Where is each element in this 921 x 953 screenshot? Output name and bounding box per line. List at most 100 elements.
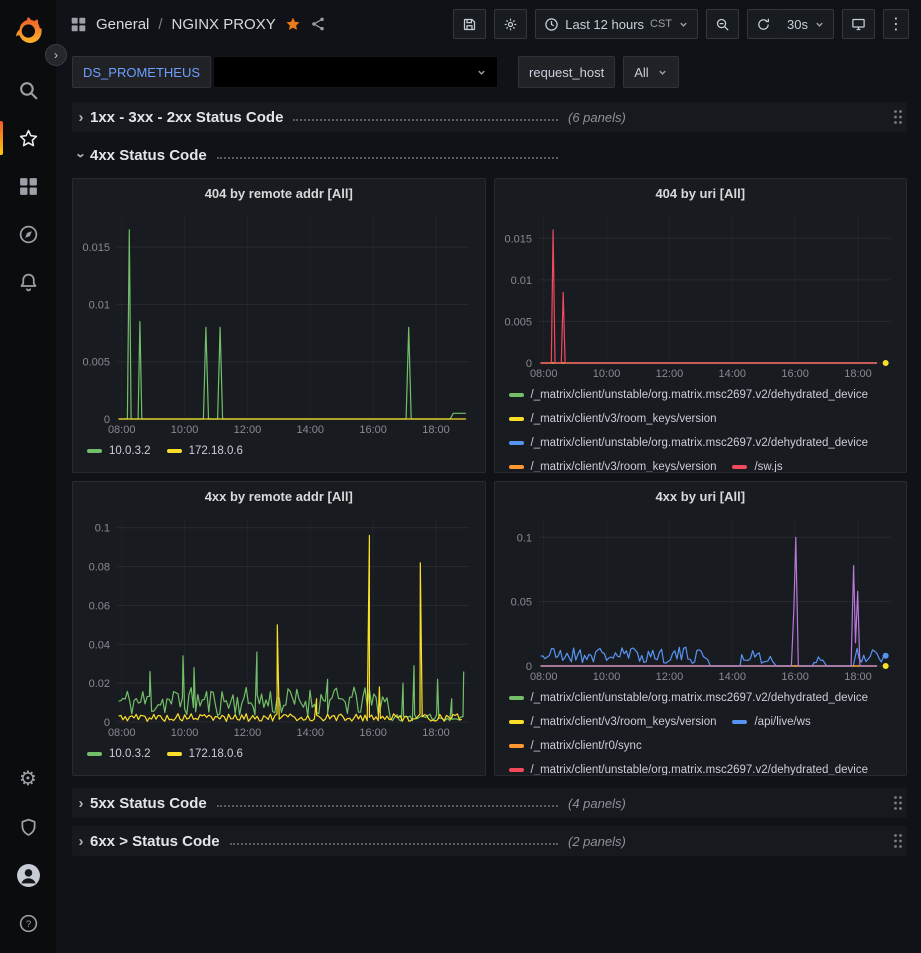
refresh-button[interactable] (747, 9, 780, 39)
panel-title[interactable]: 4xx by remote addr [All] (73, 482, 485, 510)
search-icon[interactable] (0, 68, 56, 112)
series-label: /_matrix/client/unstable/org.matrix.msc2… (531, 764, 869, 775)
topbar-actions: Last 12 hours CST 30s ⋮ (453, 9, 909, 39)
breadcrumb-folder[interactable]: General (96, 16, 149, 33)
chevron-down-icon: › (73, 146, 90, 164)
legend-item[interactable]: /sw.js (732, 461, 782, 472)
chart-404-by-uri[interactable]: 00.0050.010.01508:0010:0012:0014:0016:00… (495, 207, 907, 381)
svg-text:14:00: 14:00 (297, 727, 325, 739)
row-header-5xx[interactable]: › 5xx Status Code (4 panels) (72, 788, 907, 818)
panel-4xx-by-remote-addr: 4xx by remote addr [All] 00.020.040.060.… (72, 481, 486, 776)
row-header-4xx[interactable]: › 4xx Status Code (72, 140, 907, 170)
panel-grid-4xx: 404 by remote addr [All] 00.0050.010.015… (72, 178, 907, 776)
legend-item[interactable]: /_matrix/client/unstable/org.matrix.msc2… (509, 764, 869, 775)
chevron-right-icon: › (72, 109, 90, 126)
variable-label-ds-prometheus[interactable]: DS_PROMETHEUS (72, 56, 211, 88)
svg-text:0.04: 0.04 (89, 639, 110, 651)
legend-item[interactable]: /_matrix/client/r0/sync (509, 740, 642, 752)
series-color-mark (509, 465, 524, 469)
tv-mode-button[interactable] (842, 9, 875, 39)
svg-text:0.05: 0.05 (510, 597, 531, 609)
grafana-logo-icon (13, 15, 43, 45)
svg-text:08:00: 08:00 (108, 424, 136, 436)
alerting-bell-icon[interactable] (0, 260, 56, 304)
panel-title[interactable]: 4xx by uri [All] (495, 482, 907, 510)
variable-value-request-host[interactable]: All (623, 56, 678, 88)
svg-text:08:00: 08:00 (529, 671, 557, 683)
legend-item[interactable]: 172.18.0.6 (167, 748, 243, 760)
series-color-mark (732, 465, 747, 469)
legend-item[interactable]: /_matrix/client/v3/room_keys/version (509, 716, 717, 728)
breadcrumb-dashboard-title[interactable]: NGINX PROXY (172, 16, 276, 33)
svg-text:16:00: 16:00 (359, 424, 387, 436)
legend-item[interactable]: 10.0.3.2 (87, 445, 151, 457)
legend-404-by-remote-addr: 10.0.3.2 172.18.0.6 (73, 437, 485, 472)
row-dots (293, 119, 558, 121)
dashboards-icon[interactable] (0, 164, 56, 208)
row-drag-handle[interactable] (889, 795, 907, 811)
row-panel-count: (6 panels) (568, 110, 626, 125)
dashboard-settings-button[interactable] (494, 9, 527, 39)
series-label: 10.0.3.2 (109, 748, 151, 760)
row-header-6xx[interactable]: › 6xx > Status Code (2 panels) (72, 826, 907, 856)
settings-gear-icon[interactable]: ⚙ (0, 757, 56, 801)
svg-text:0.1: 0.1 (95, 523, 110, 535)
zoom-out-icon (715, 17, 730, 32)
server-admin-shield-icon[interactable] (0, 805, 56, 849)
legend-item[interactable]: 10.0.3.2 (87, 748, 151, 760)
panel-title[interactable]: 404 by uri [All] (495, 179, 907, 207)
legend-item[interactable]: /_matrix/client/unstable/org.matrix.msc2… (509, 692, 869, 704)
sidebar-expand-button[interactable]: › (45, 44, 67, 66)
variable-label-request-host[interactable]: request_host (518, 56, 615, 88)
row-title: 1xx - 3xx - 2xx Status Code (90, 109, 283, 126)
chart-4xx-by-remote-addr[interactable]: 00.020.040.060.080.108:0010:0012:0014:00… (73, 510, 485, 740)
explore-compass-icon[interactable] (0, 212, 56, 256)
chevron-down-icon (678, 19, 689, 30)
grafana-logo[interactable] (0, 10, 56, 50)
variable-value-ds-prometheus[interactable] (213, 56, 498, 88)
row-drag-handle[interactable] (889, 109, 907, 125)
more-options-kebab[interactable]: ⋮ (883, 9, 909, 39)
chevron-down-icon (814, 19, 825, 30)
panel-4xx-by-uri: 4xx by uri [All] 00.050.108:0010:0012:00… (494, 481, 908, 776)
row-dots (217, 805, 558, 807)
save-dashboard-button[interactable] (453, 9, 486, 39)
starred-nav-icon[interactable] (0, 116, 56, 160)
legend-item[interactable]: 172.18.0.6 (167, 445, 243, 457)
legend-404-by-uri: /_matrix/client/unstable/org.matrix.msc2… (495, 381, 907, 472)
chevron-right-icon: › (72, 833, 90, 850)
svg-text:12:00: 12:00 (234, 727, 262, 739)
svg-text:0.01: 0.01 (510, 275, 531, 287)
svg-text:10:00: 10:00 (592, 671, 620, 683)
favorite-star-icon[interactable] (285, 16, 301, 32)
share-icon[interactable] (310, 16, 326, 32)
svg-text:10:00: 10:00 (171, 727, 199, 739)
series-label: /_matrix/client/v3/room_keys/version (531, 461, 717, 472)
refresh-interval-picker[interactable]: 30s (779, 9, 834, 39)
user-avatar[interactable] (0, 853, 56, 897)
chart-4xx-by-uri[interactable]: 00.050.108:0010:0012:0014:0016:0018:00 (495, 510, 907, 684)
legend-item[interactable]: /api/live/ws (732, 716, 810, 728)
chart-404-by-remote-addr[interactable]: 00.0050.010.01508:0010:0012:0014:0016:00… (73, 207, 485, 437)
legend-item[interactable]: /_matrix/client/v3/room_keys/version (509, 413, 717, 425)
svg-text:0.02: 0.02 (89, 678, 110, 690)
svg-text:12:00: 12:00 (655, 671, 683, 683)
help-icon[interactable]: ? (0, 901, 56, 945)
series-color-mark (509, 744, 524, 748)
legend-item[interactable]: /_matrix/client/unstable/org.matrix.msc2… (509, 389, 869, 401)
row-panel-count: (2 panels) (568, 834, 626, 849)
panel-title[interactable]: 404 by remote addr [All] (73, 179, 485, 207)
time-range-picker[interactable]: Last 12 hours CST (535, 9, 698, 39)
row-drag-handle[interactable] (889, 833, 907, 849)
time-range-label: Last 12 hours (565, 17, 644, 32)
chevron-down-icon (657, 67, 668, 78)
svg-text:0.015: 0.015 (82, 242, 110, 254)
row-header-1xx-3xx-2xx[interactable]: › 1xx - 3xx - 2xx Status Code (6 panels) (72, 102, 907, 132)
legend-item[interactable]: /_matrix/client/v3/room_keys/version (509, 461, 717, 472)
series-label: /_matrix/client/unstable/org.matrix.msc2… (531, 437, 869, 449)
legend-item[interactable]: /_matrix/client/unstable/org.matrix.msc2… (509, 437, 869, 449)
save-icon (462, 17, 477, 32)
dashboard-content: › 1xx - 3xx - 2xx Status Code (6 panels)… (56, 100, 921, 953)
zoom-out-button[interactable] (706, 9, 739, 39)
svg-text:12:00: 12:00 (234, 424, 262, 436)
